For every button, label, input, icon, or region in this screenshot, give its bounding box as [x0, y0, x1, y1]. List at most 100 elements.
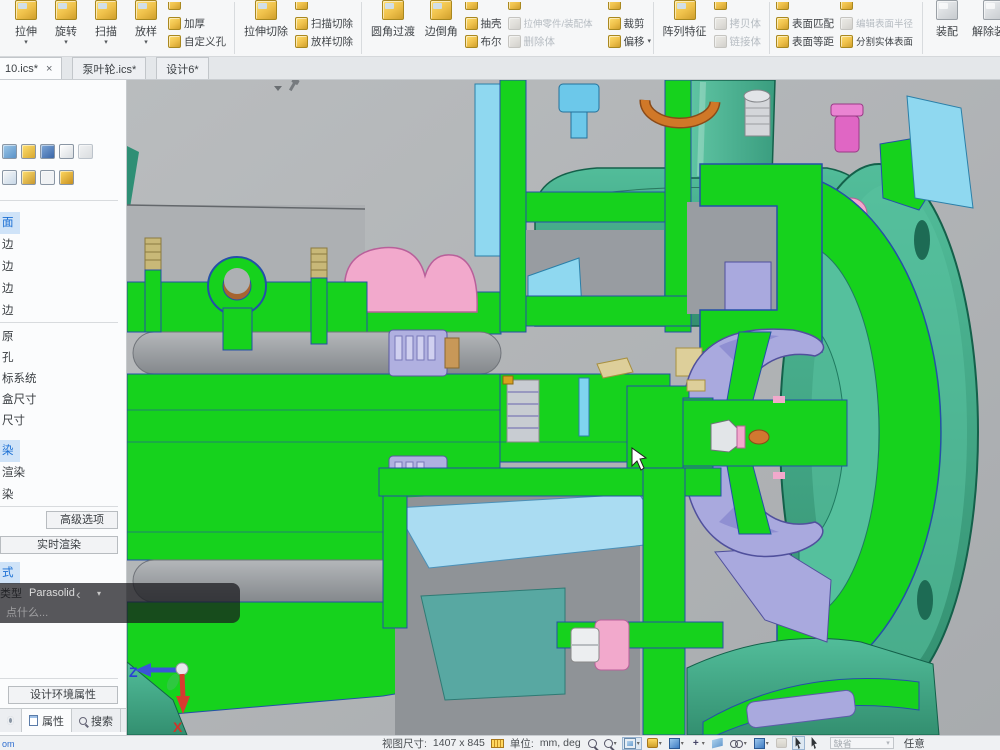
render-style-icon[interactable]: ▾ [646, 738, 663, 748]
fillet-button[interactable]: 圆角过渡 [366, 0, 420, 56]
extrude-cut-button[interactable]: 拉伸切除 [239, 0, 293, 56]
button-label: 裁剪 [624, 16, 645, 31]
x-axis-label: X [173, 719, 183, 735]
loft-icon [135, 0, 157, 20]
kernel-select[interactable]: Parasolid ▾ [25, 584, 105, 602]
tree-item[interactable]: 边 [0, 278, 127, 300]
dropdown-chevron-icon[interactable]: ▾ [648, 39, 652, 45]
button-label: 拉伸切除 [244, 23, 288, 39]
button-label: 圆角过渡 [371, 23, 415, 39]
tab-properties[interactable]: 属性 [22, 709, 72, 732]
button-label: 拷贝体 [730, 16, 762, 31]
zoom-search-icon [588, 739, 597, 748]
surface-match-icon [776, 17, 789, 30]
tree-item[interactable]: 染 [0, 484, 127, 506]
design-env-properties-button[interactable]: 设计环境属性 [8, 686, 118, 704]
extrude-button[interactable]: 拉伸▾ [6, 0, 46, 56]
visibility-glasses-icon[interactable]: ▾ [729, 740, 748, 747]
face-view-icon[interactable] [711, 738, 724, 749]
unassemble-button[interactable]: 解除装配 [967, 0, 1000, 56]
button-label: 表面等距 [792, 34, 834, 49]
button-label: 自定义孔 [184, 34, 226, 49]
shield-medal-icon[interactable] [40, 144, 55, 159]
tab-pump-impeller[interactable]: 泵叶轮.ics* [72, 57, 146, 79]
3d-viewport[interactable]: Z X [127, 80, 1000, 735]
tab-10ics[interactable]: 10.ics* × [0, 57, 62, 79]
search-icon [79, 717, 87, 725]
shaded-view-icon[interactable]: ▾ [668, 738, 685, 749]
loft-button[interactable]: 放样▾ [126, 0, 166, 56]
tree-item[interactable]: 渲染 [0, 462, 127, 484]
rotate-view-icon[interactable] [775, 738, 788, 748]
sweep-cut-button[interactable]: 扫描切除 [293, 15, 357, 31]
display-mode-icon[interactable]: ▾ [753, 738, 770, 749]
boolean-button[interactable]: 布尔 [463, 33, 506, 49]
view-orientation-icon[interactable]: ▾ [623, 738, 641, 749]
pump-section-render: Z X [127, 80, 1000, 735]
ribbon-stack-column: 裁剪偏移▾ [606, 0, 649, 56]
dropdown-chevron-icon[interactable]: ▾ [104, 40, 108, 46]
part-icon[interactable] [59, 170, 74, 185]
pan-view-icon[interactable]: +▾ [690, 738, 706, 749]
clipped-tab[interactable] [0, 709, 22, 732]
offset-icon [608, 35, 621, 48]
display-config-icon[interactable] [2, 144, 17, 159]
shell-button[interactable]: 抽壳 [463, 15, 506, 31]
split-surface-button[interactable]: 分割实体表面 [838, 33, 918, 49]
options-box-icon[interactable] [21, 170, 36, 185]
advanced-options-button[interactable]: 高级选项 [46, 511, 118, 529]
chevron-down-icon[interactable] [274, 86, 282, 91]
dropdown-chevron-icon: ▾ [637, 740, 640, 747]
grid-calc-icon[interactable] [2, 170, 17, 185]
cursor-arrow-icon[interactable] [809, 737, 820, 749]
tab-design6[interactable]: 设计6* [156, 57, 208, 79]
material-icon[interactable] [21, 144, 36, 159]
tree-item[interactable]: 面 [0, 212, 20, 234]
pattern-button[interactable]: 阵列特征 [658, 0, 712, 56]
tree-item[interactable]: 孔 [0, 348, 127, 369]
assemble-button[interactable]: 装配 [927, 0, 967, 56]
shaded-view-icon [669, 738, 680, 749]
tree-item[interactable]: 染 [0, 440, 20, 462]
tree-item[interactable]: 边 [0, 256, 127, 278]
panel-toggle-icon[interactable] [78, 144, 93, 159]
comment-placeholder: 点什么... [6, 604, 48, 620]
zoom-window-icon[interactable]: ▾ [603, 739, 618, 748]
edit-sheet-icon[interactable] [59, 144, 74, 159]
select-arrow-icon[interactable] [793, 737, 804, 749]
dropdown-chevron-icon[interactable]: ▾ [24, 40, 28, 46]
tree-item[interactable]: 尺寸 [0, 411, 127, 432]
tree-item[interactable]: 原 [0, 327, 127, 348]
surface-match-button[interactable]: 表面匹配 [774, 15, 838, 31]
trim-button[interactable]: 裁剪 [606, 15, 649, 31]
zoom-search-icon[interactable] [587, 739, 598, 748]
loft-cut-button[interactable]: 放样切除 [293, 33, 357, 49]
tree-item[interactable]: 边 [0, 300, 127, 322]
surface-offset-button[interactable]: 表面等距 [774, 33, 838, 49]
custom-hole-button[interactable]: 自定义孔 [166, 33, 230, 49]
clipped-button [712, 2, 766, 13]
button-label: 删除体 [524, 34, 556, 49]
ribbon-group-separator [653, 2, 654, 54]
render-preset-select[interactable]: 缺省 ▾ [830, 737, 894, 749]
button-label: 链接体 [730, 34, 762, 49]
panel-bottom-tabs: 属性 搜索 [0, 708, 127, 732]
tab-search[interactable]: 搜索 [72, 709, 121, 732]
dropdown-chevron-icon[interactable]: ▾ [64, 40, 68, 46]
clipped-icon [168, 2, 181, 10]
thicken-button[interactable]: 加厚 [166, 15, 230, 31]
tree-item[interactable]: 标系统 [0, 369, 127, 390]
sweep-button[interactable]: 扫描▾ [86, 0, 126, 56]
close-icon[interactable]: × [46, 63, 52, 75]
chamfer-button[interactable]: 边倒角 [420, 0, 463, 56]
triad-icon[interactable] [40, 170, 55, 185]
tree-item[interactable]: 盒尺寸 [0, 390, 127, 411]
dropdown-chevron-icon[interactable]: ▾ [144, 40, 148, 46]
button-label: 放样 [135, 23, 157, 39]
revolve-button[interactable]: 旋转▾ [46, 0, 86, 56]
tree-item[interactable]: 边 [0, 234, 127, 256]
offset-button[interactable]: 偏移▾ [606, 33, 649, 49]
realtime-render-button[interactable]: 实时渲染 [0, 536, 118, 554]
select-arrow-icon [794, 737, 803, 749]
tree-item-selected[interactable]: 式 [0, 562, 20, 584]
